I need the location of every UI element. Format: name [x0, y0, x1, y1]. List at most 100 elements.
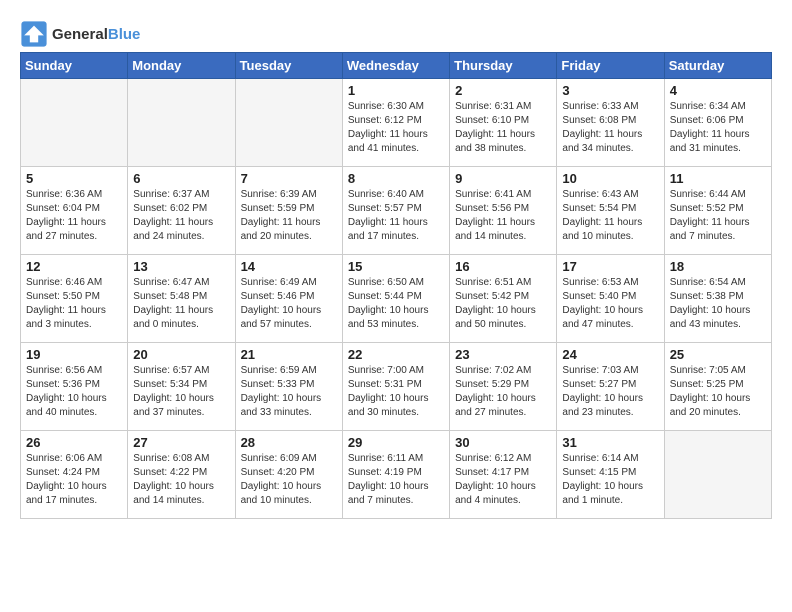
day-info: Sunrise: 7:05 AM Sunset: 5:25 PM Dayligh…	[670, 364, 766, 420]
day-info: Sunrise: 6:14 AM Sunset: 4:15 PM Dayligh…	[562, 452, 658, 508]
day-info: Sunrise: 7:02 AM Sunset: 5:29 PM Dayligh…	[455, 364, 551, 420]
day-number: 26	[26, 435, 122, 450]
calendar-cell: 18 Sunrise: 6:54 AM Sunset: 5:38 PM Dayli…	[664, 255, 771, 343]
calendar-cell: 25 Sunrise: 7:05 AM Sunset: 5:25 PM Dayli…	[664, 343, 771, 431]
day-info: Sunrise: 6:06 AM Sunset: 4:24 PM Dayligh…	[26, 452, 122, 508]
day-info: Sunrise: 6:56 AM Sunset: 5:36 PM Dayligh…	[26, 364, 122, 420]
day-info: Sunrise: 6:57 AM Sunset: 5:34 PM Dayligh…	[133, 364, 229, 420]
day-number: 23	[455, 347, 551, 362]
day-number: 24	[562, 347, 658, 362]
day-info: Sunrise: 6:47 AM Sunset: 5:48 PM Dayligh…	[133, 276, 229, 332]
day-info: Sunrise: 6:08 AM Sunset: 4:22 PM Dayligh…	[133, 452, 229, 508]
day-number: 20	[133, 347, 229, 362]
calendar-cell: 1 Sunrise: 6:30 AM Sunset: 6:12 PM Daylig…	[342, 79, 449, 167]
day-number: 8	[348, 171, 444, 186]
calendar-cell: 28 Sunrise: 6:09 AM Sunset: 4:20 PM Dayli…	[235, 431, 342, 519]
logo-text: GeneralBlue	[52, 26, 140, 43]
calendar-cell: 2 Sunrise: 6:31 AM Sunset: 6:10 PM Daylig…	[450, 79, 557, 167]
weekday-header-friday: Friday	[557, 53, 664, 79]
weekday-header-monday: Monday	[128, 53, 235, 79]
header: GeneralBlue	[20, 20, 772, 48]
calendar-cell: 9Sunrise: 6:41 AM Sunset: 5:56 PM Daylig…	[450, 167, 557, 255]
calendar-cell: 10 Sunrise: 6:43 AM Sunset: 5:54 PM Dayli…	[557, 167, 664, 255]
calendar-cell	[128, 79, 235, 167]
day-number: 6	[133, 171, 229, 186]
calendar-cell: 30 Sunrise: 6:12 AM Sunset: 4:17 PM Dayli…	[450, 431, 557, 519]
day-info: Sunrise: 6:09 AM Sunset: 4:20 PM Dayligh…	[241, 452, 337, 508]
day-info: Sunrise: 6:37 AM Sunset: 6:02 PM Dayligh…	[133, 188, 229, 244]
calendar-cell: 3Sunrise: 6:33 AM Sunset: 6:08 PM Daylig…	[557, 79, 664, 167]
day-info: Sunrise: 6:31 AM Sunset: 6:10 PM Dayligh…	[455, 100, 551, 156]
day-number: 31	[562, 435, 658, 450]
day-info: Sunrise: 7:03 AM Sunset: 5:27 PM Dayligh…	[562, 364, 658, 420]
calendar-cell: 6 Sunrise: 6:37 AM Sunset: 6:02 PM Daylig…	[128, 167, 235, 255]
day-number: 5	[26, 171, 122, 186]
calendar-cell: 19 Sunrise: 6:56 AM Sunset: 5:36 PM Dayli…	[21, 343, 128, 431]
calendar-cell: 7 Sunrise: 6:39 AM Sunset: 5:59 PM Daylig…	[235, 167, 342, 255]
calendar-cell: 27 Sunrise: 6:08 AM Sunset: 4:22 PM Dayli…	[128, 431, 235, 519]
day-number: 14	[241, 259, 337, 274]
day-info: Sunrise: 6:36 AM Sunset: 6:04 PM Dayligh…	[26, 188, 122, 244]
day-number: 28	[241, 435, 337, 450]
weekday-header-thursday: Thursday	[450, 53, 557, 79]
day-info: Sunrise: 6:12 AM Sunset: 4:17 PM Dayligh…	[455, 452, 551, 508]
day-info: Sunrise: 7:00 AM Sunset: 5:31 PM Dayligh…	[348, 364, 444, 420]
calendar-cell: 11 Sunrise: 6:44 AM Sunset: 5:52 PM Dayli…	[664, 167, 771, 255]
day-info: Sunrise: 6:41 AM Sunset: 5:56 PM Dayligh…	[455, 188, 551, 244]
calendar-cell: 12 Sunrise: 6:46 AM Sunset: 5:50 PM Dayli…	[21, 255, 128, 343]
calendar-cell: 20 Sunrise: 6:57 AM Sunset: 5:34 PM Dayli…	[128, 343, 235, 431]
calendar-cell: 29 Sunrise: 6:11 AM Sunset: 4:19 PM Dayli…	[342, 431, 449, 519]
day-number: 19	[26, 347, 122, 362]
day-number: 25	[670, 347, 766, 362]
weekday-header-wednesday: Wednesday	[342, 53, 449, 79]
day-number: 16	[455, 259, 551, 274]
day-info: Sunrise: 6:54 AM Sunset: 5:38 PM Dayligh…	[670, 276, 766, 332]
calendar-cell: 17Sunrise: 6:53 AM Sunset: 5:40 PM Dayli…	[557, 255, 664, 343]
weekday-header-saturday: Saturday	[664, 53, 771, 79]
day-info: Sunrise: 6:11 AM Sunset: 4:19 PM Dayligh…	[348, 452, 444, 508]
day-number: 11	[670, 171, 766, 186]
day-number: 12	[26, 259, 122, 274]
day-info: Sunrise: 6:49 AM Sunset: 5:46 PM Dayligh…	[241, 276, 337, 332]
day-number: 1	[348, 83, 444, 98]
calendar-cell: 13 Sunrise: 6:47 AM Sunset: 5:48 PM Dayli…	[128, 255, 235, 343]
day-number: 7	[241, 171, 337, 186]
day-number: 17	[562, 259, 658, 274]
day-number: 18	[670, 259, 766, 274]
day-number: 29	[348, 435, 444, 450]
calendar-cell: 24 Sunrise: 7:03 AM Sunset: 5:27 PM Dayli…	[557, 343, 664, 431]
day-info: Sunrise: 6:59 AM Sunset: 5:33 PM Dayligh…	[241, 364, 337, 420]
calendar-cell	[664, 431, 771, 519]
calendar-cell	[21, 79, 128, 167]
calendar-cell: 5 Sunrise: 6:36 AM Sunset: 6:04 PM Daylig…	[21, 167, 128, 255]
calendar-cell: 4 Sunrise: 6:34 AM Sunset: 6:06 PM Daylig…	[664, 79, 771, 167]
day-number: 27	[133, 435, 229, 450]
calendar-cell	[235, 79, 342, 167]
day-info: Sunrise: 6:51 AM Sunset: 5:42 PM Dayligh…	[455, 276, 551, 332]
day-info: Sunrise: 6:33 AM Sunset: 6:08 PM Dayligh…	[562, 100, 658, 156]
calendar-cell: 31 Sunrise: 6:14 AM Sunset: 4:15 PM Dayli…	[557, 431, 664, 519]
calendar-cell: 26 Sunrise: 6:06 AM Sunset: 4:24 PM Dayli…	[21, 431, 128, 519]
day-info: Sunrise: 6:40 AM Sunset: 5:57 PM Dayligh…	[348, 188, 444, 244]
day-info: Sunrise: 6:43 AM Sunset: 5:54 PM Dayligh…	[562, 188, 658, 244]
calendar-cell: 22 Sunrise: 7:00 AM Sunset: 5:31 PM Dayli…	[342, 343, 449, 431]
logo: GeneralBlue	[20, 20, 140, 48]
logo-icon	[20, 20, 48, 48]
day-info: Sunrise: 6:50 AM Sunset: 5:44 PM Dayligh…	[348, 276, 444, 332]
weekday-header-tuesday: Tuesday	[235, 53, 342, 79]
day-info: Sunrise: 6:30 AM Sunset: 6:12 PM Dayligh…	[348, 100, 444, 156]
calendar-cell: 21Sunrise: 6:59 AM Sunset: 5:33 PM Dayli…	[235, 343, 342, 431]
day-number: 30	[455, 435, 551, 450]
day-info: Sunrise: 6:44 AM Sunset: 5:52 PM Dayligh…	[670, 188, 766, 244]
day-number: 4	[670, 83, 766, 98]
calendar-cell: 15Sunrise: 6:50 AM Sunset: 5:44 PM Dayli…	[342, 255, 449, 343]
day-info: Sunrise: 6:34 AM Sunset: 6:06 PM Dayligh…	[670, 100, 766, 156]
day-number: 10	[562, 171, 658, 186]
day-info: Sunrise: 6:46 AM Sunset: 5:50 PM Dayligh…	[26, 276, 122, 332]
calendar-cell: 8 Sunrise: 6:40 AM Sunset: 5:57 PM Daylig…	[342, 167, 449, 255]
day-number: 13	[133, 259, 229, 274]
day-number: 22	[348, 347, 444, 362]
day-number: 2	[455, 83, 551, 98]
day-info: Sunrise: 6:39 AM Sunset: 5:59 PM Dayligh…	[241, 188, 337, 244]
calendar-cell: 23 Sunrise: 7:02 AM Sunset: 5:29 PM Dayli…	[450, 343, 557, 431]
